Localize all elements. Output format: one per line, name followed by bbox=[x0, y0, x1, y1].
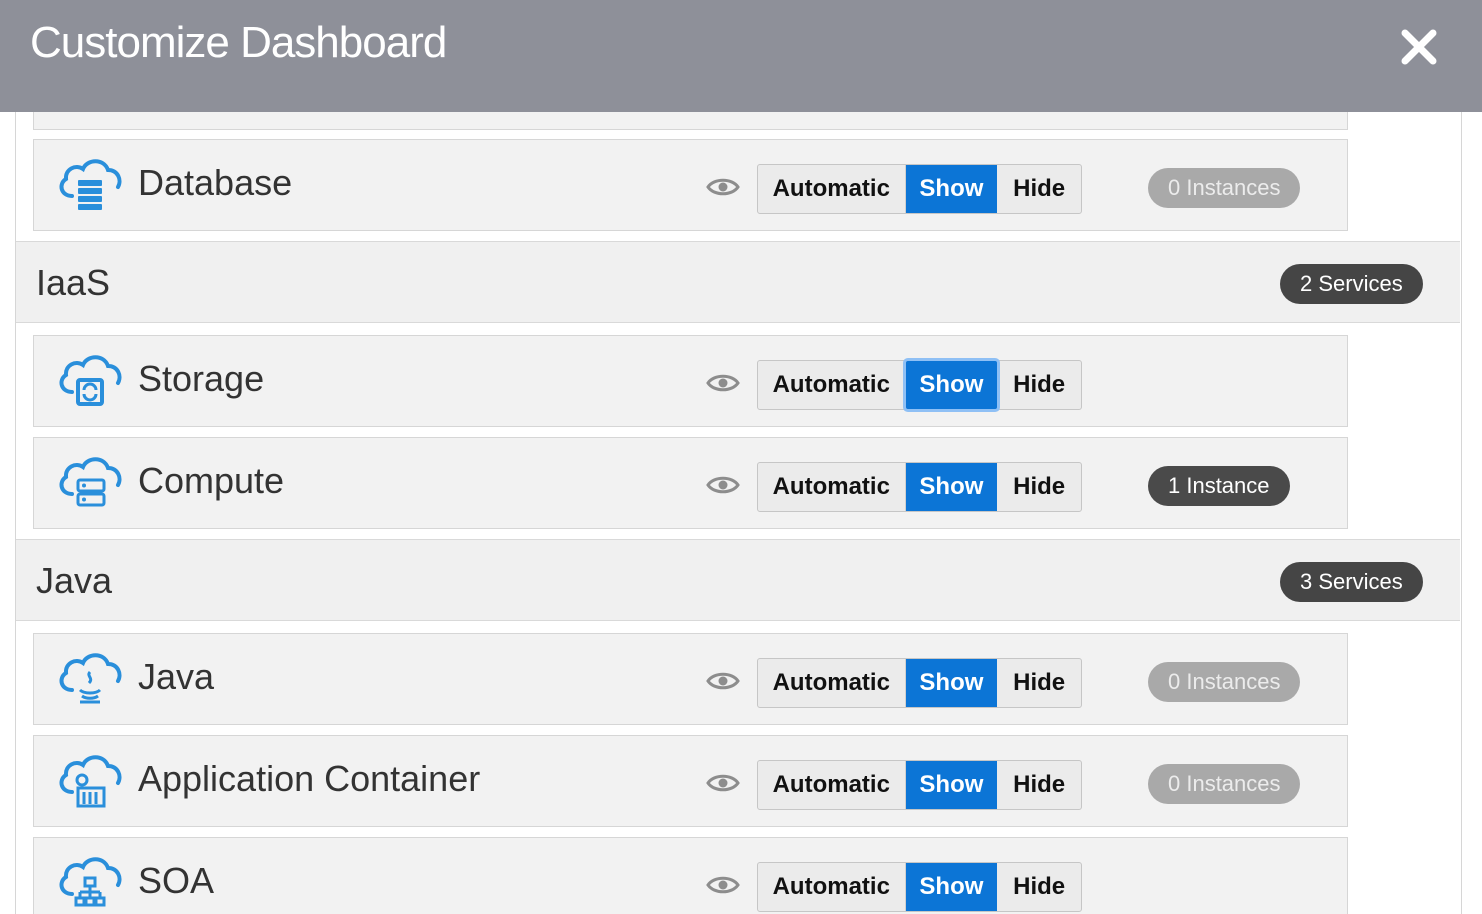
hide-button[interactable]: Hide bbox=[997, 463, 1081, 511]
service-name: Java bbox=[138, 656, 215, 697]
hide-button[interactable]: Hide bbox=[997, 761, 1081, 809]
visibility-toggle: Automatic Show Hide bbox=[757, 658, 1082, 708]
automatic-button[interactable]: Automatic bbox=[758, 863, 906, 911]
instances-badge: 0 Instances bbox=[1148, 168, 1300, 208]
automatic-button[interactable]: Automatic bbox=[758, 659, 906, 707]
cloud-database-icon bbox=[59, 159, 122, 210]
visibility-toggle: Automatic Show Hide bbox=[757, 760, 1082, 810]
eye-icon[interactable] bbox=[706, 772, 740, 794]
automatic-button[interactable]: Automatic bbox=[758, 165, 906, 213]
group-header-java: Java 3 Services bbox=[16, 539, 1460, 621]
service-name: SOA bbox=[138, 860, 215, 901]
group-title: Java bbox=[36, 560, 113, 601]
hide-button[interactable]: Hide bbox=[997, 165, 1081, 213]
hide-button[interactable]: Hide bbox=[997, 659, 1081, 707]
close-icon[interactable] bbox=[1396, 24, 1442, 70]
instances-badge: 0 Instances bbox=[1148, 764, 1300, 804]
cloud-compute-icon bbox=[59, 457, 122, 507]
cloud-app-container-icon bbox=[59, 755, 122, 808]
partial-service-row bbox=[33, 112, 1348, 130]
cloud-soa-icon bbox=[59, 857, 122, 907]
service-name: Storage bbox=[138, 358, 265, 399]
dialog-header: Customize Dashboard bbox=[0, 0, 1482, 112]
services-badge: 3 Services bbox=[1280, 562, 1423, 602]
automatic-button[interactable]: Automatic bbox=[758, 361, 906, 409]
cloud-java-icon bbox=[59, 653, 122, 704]
service-name: Database bbox=[138, 162, 293, 203]
dialog-title: Customize Dashboard bbox=[30, 18, 447, 67]
eye-icon[interactable] bbox=[706, 474, 740, 496]
service-row-compute: Compute Automatic Show Hide 1 Instance bbox=[33, 437, 1348, 529]
service-row-application-container: Application Container Automatic Show Hid… bbox=[33, 735, 1348, 827]
show-button[interactable]: Show bbox=[905, 463, 998, 511]
eye-icon[interactable] bbox=[706, 372, 740, 394]
service-row-database: Database Automatic Show Hide 0 Instances bbox=[33, 139, 1348, 231]
show-button[interactable]: Show bbox=[905, 863, 998, 911]
service-name: Application Container bbox=[138, 758, 481, 799]
instances-badge: 1 Instance bbox=[1148, 466, 1290, 506]
visibility-toggle: Automatic Show Hide bbox=[757, 164, 1082, 214]
services-badge: 2 Services bbox=[1280, 264, 1423, 304]
hide-button[interactable]: Hide bbox=[997, 361, 1081, 409]
hide-button[interactable]: Hide bbox=[997, 863, 1081, 911]
service-name: Compute bbox=[138, 460, 285, 501]
dashboard-content[interactable]: Database Automatic Show Hide 0 Instances… bbox=[0, 112, 1482, 914]
visibility-toggle: Automatic Show Hide bbox=[757, 462, 1082, 512]
service-row-soa: SOA Automatic Show Hide bbox=[33, 837, 1348, 914]
group-title: IaaS bbox=[36, 262, 111, 303]
show-button[interactable]: Show bbox=[905, 361, 998, 409]
service-row-java: Java Automatic Show Hide 0 Instances bbox=[33, 633, 1348, 725]
visibility-toggle: Automatic Show Hide bbox=[757, 360, 1082, 410]
cloud-storage-icon bbox=[59, 355, 122, 406]
group-header-iaas: IaaS 2 Services bbox=[16, 241, 1460, 323]
automatic-button[interactable]: Automatic bbox=[758, 463, 906, 511]
eye-icon[interactable] bbox=[706, 874, 740, 896]
instances-badge: 0 Instances bbox=[1148, 662, 1300, 702]
automatic-button[interactable]: Automatic bbox=[758, 761, 906, 809]
eye-icon[interactable] bbox=[706, 176, 740, 198]
show-button[interactable]: Show bbox=[905, 659, 998, 707]
show-button[interactable]: Show bbox=[905, 761, 998, 809]
eye-icon[interactable] bbox=[706, 670, 740, 692]
show-button[interactable]: Show bbox=[905, 165, 998, 213]
visibility-toggle: Automatic Show Hide bbox=[757, 862, 1082, 912]
service-row-storage: Storage Automatic Show Hide bbox=[33, 335, 1348, 427]
